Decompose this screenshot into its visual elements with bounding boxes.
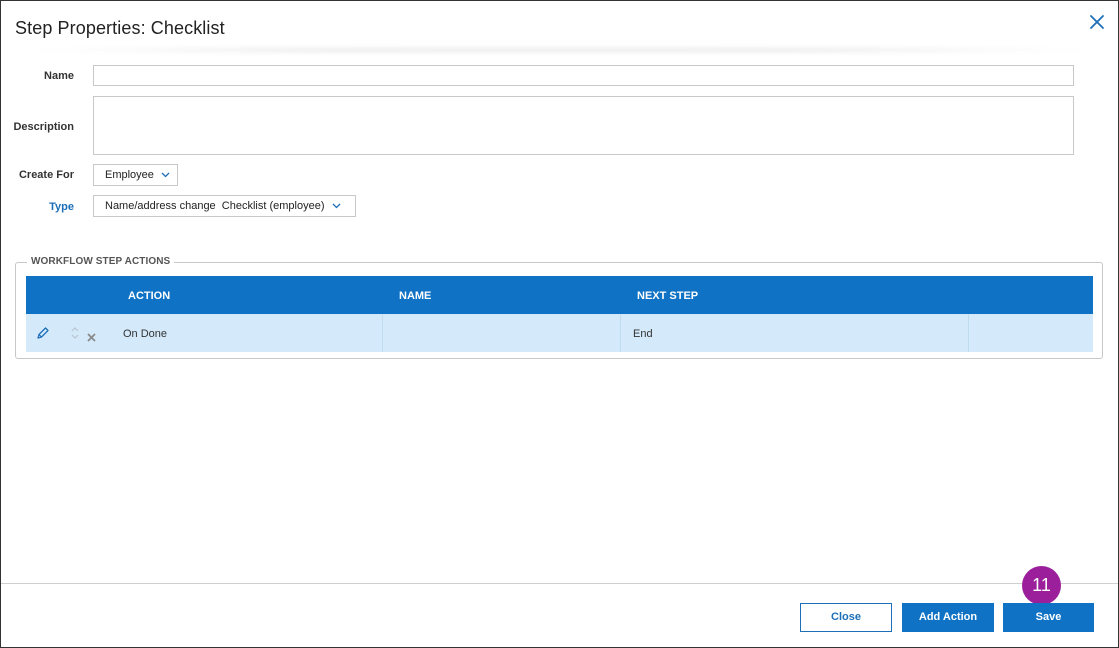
name-label: Name xyxy=(44,70,74,82)
chevron-down-icon xyxy=(161,169,170,181)
save-button[interactable]: Save xyxy=(1003,603,1094,632)
chevron-down-icon xyxy=(332,200,341,212)
description-textarea[interactable] xyxy=(93,96,1074,155)
title-divider xyxy=(11,47,1109,53)
sort-arrows-icon[interactable] xyxy=(71,326,79,340)
step-number-badge: 11 xyxy=(1022,566,1061,605)
column-divider xyxy=(968,314,969,352)
column-header-name[interactable]: NAME xyxy=(399,290,431,302)
pencil-icon[interactable] xyxy=(36,326,50,340)
workflow-step-actions-legend: WORKFLOW STEP ACTIONS xyxy=(27,256,175,267)
type-value: Name/address change Checklist (employee) xyxy=(105,200,325,212)
column-divider xyxy=(620,314,621,352)
table-row[interactable]: On Done End xyxy=(26,314,1093,352)
close-icon[interactable] xyxy=(1089,14,1105,30)
close-button[interactable]: Close xyxy=(800,603,892,632)
create-for-label: Create For xyxy=(18,169,74,181)
description-label: Description xyxy=(13,121,74,133)
add-action-button[interactable]: Add Action xyxy=(902,603,994,632)
actions-grid-header: ACTION NAME NEXT STEP xyxy=(26,276,1093,314)
row-next-step-cell: End xyxy=(633,328,653,340)
column-divider xyxy=(382,314,383,352)
create-for-value: Employee xyxy=(105,169,154,181)
dialog-title: Step Properties: Checklist xyxy=(15,18,225,38)
step-properties-dialog: Step Properties: Checklist Name Descript… xyxy=(0,0,1119,648)
name-input[interactable] xyxy=(93,65,1074,86)
delete-x-icon[interactable] xyxy=(87,329,96,342)
create-for-dropdown[interactable]: Employee xyxy=(93,164,178,186)
type-dropdown[interactable]: Name/address change Checklist (employee) xyxy=(93,195,356,217)
column-header-action[interactable]: ACTION xyxy=(128,290,170,302)
type-label: Type xyxy=(49,201,74,213)
column-header-next-step[interactable]: NEXT STEP xyxy=(637,290,698,302)
footer-divider xyxy=(1,583,1118,584)
row-action-cell: On Done xyxy=(123,328,168,340)
